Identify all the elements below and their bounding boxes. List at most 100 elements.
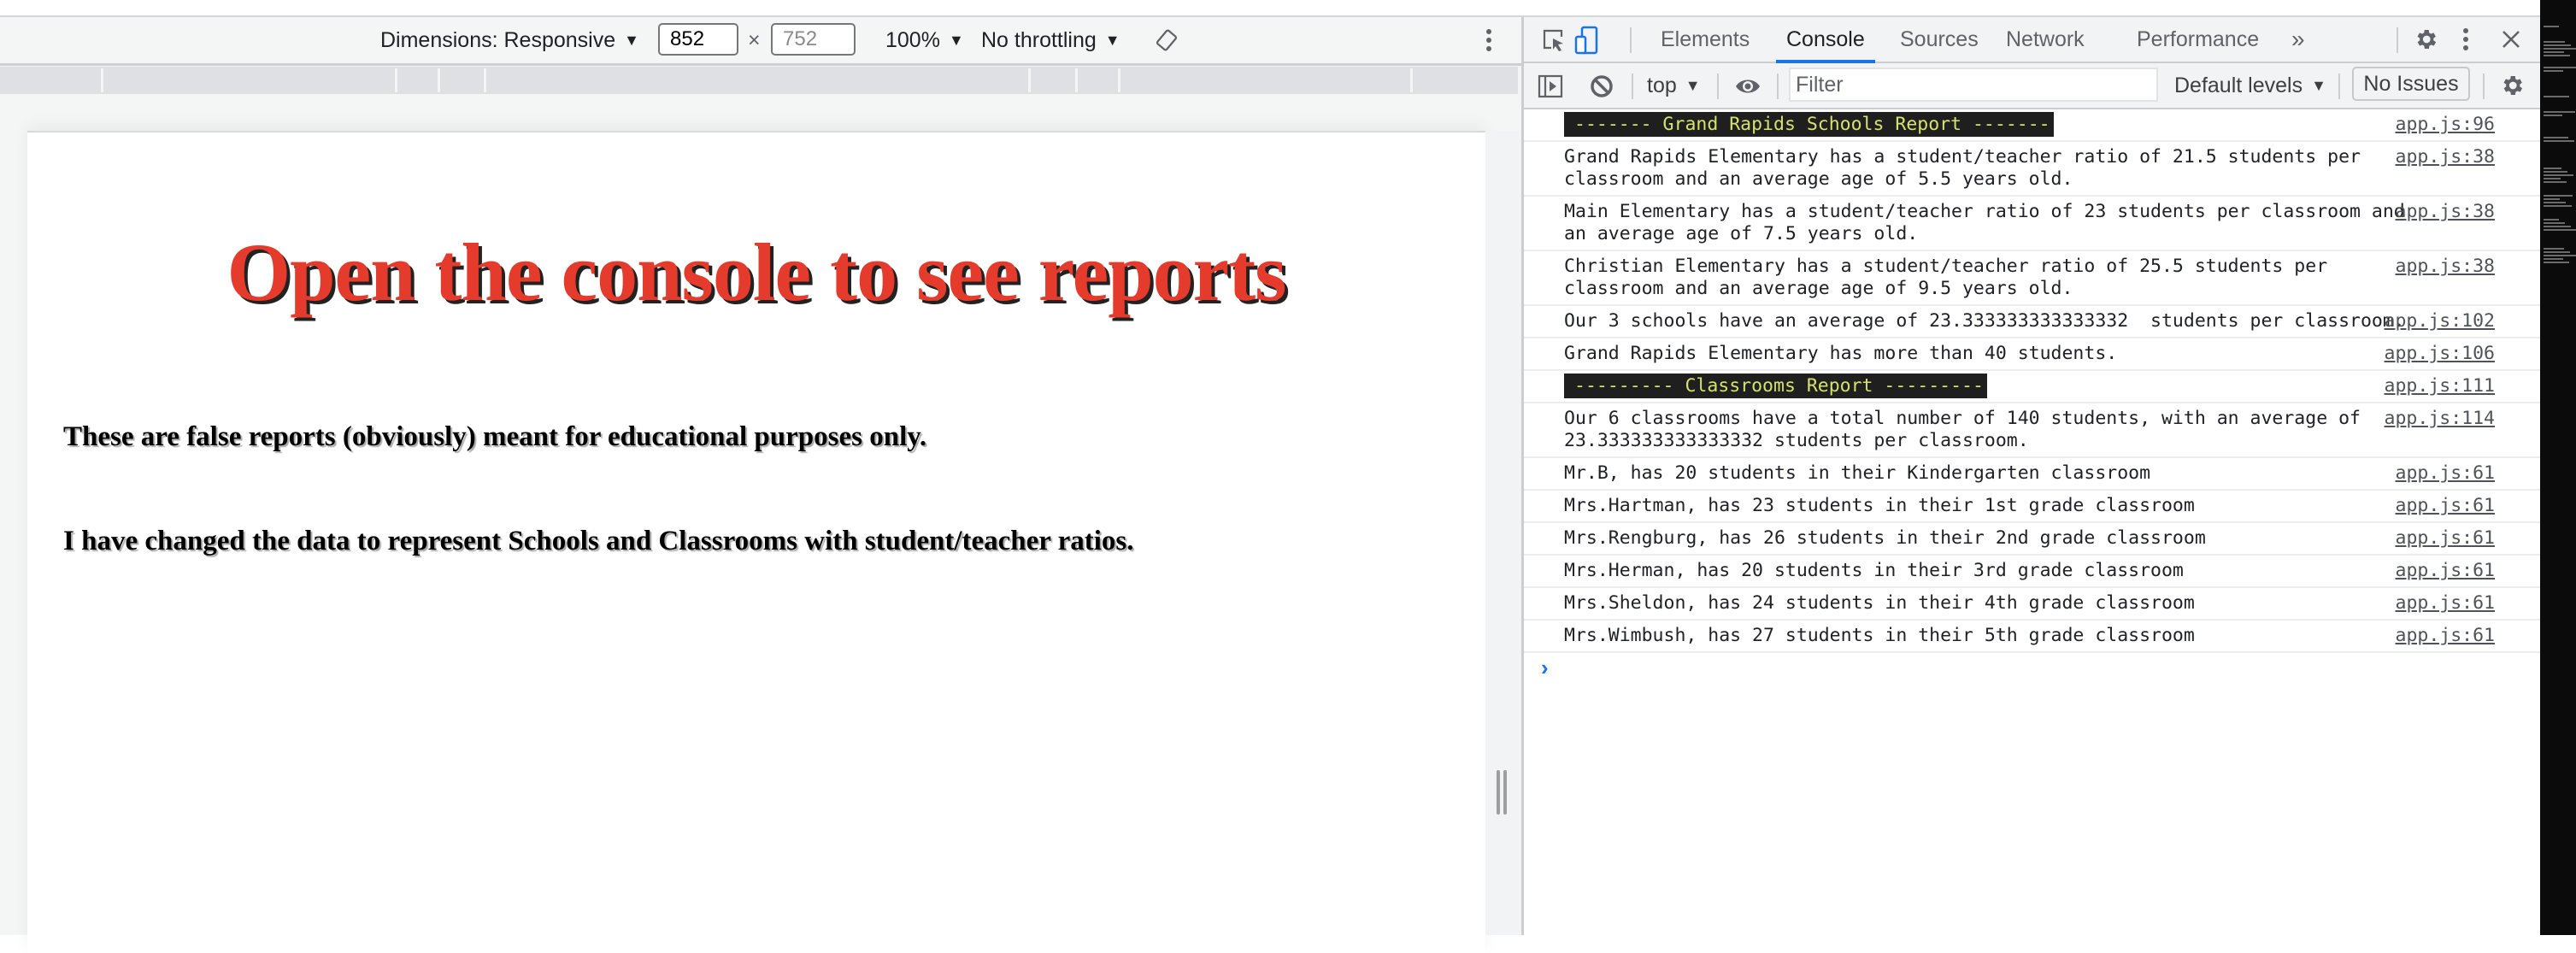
minimap-line — [2544, 48, 2576, 50]
console-settings-gear-icon[interactable] — [2499, 73, 2525, 103]
message-text: ------- Grand Rapids Schools Report ----… — [1564, 112, 2054, 137]
more-tabs-icon[interactable]: » — [2291, 17, 2305, 62]
message-text: Mr.B, has 20 students in their Kindergar… — [1564, 462, 2151, 484]
console-message: Grand Rapids Elementary has more than 40… — [1524, 338, 2540, 371]
source-link[interactable]: app.js:38 — [2396, 146, 2496, 168]
context-label: top — [1647, 74, 1677, 97]
minimap-line — [2544, 41, 2565, 43]
message-text: Mrs.Wimbush, has 27 students in their 5t… — [1564, 625, 2195, 646]
toolbar-divider — [1630, 27, 1632, 53]
console-filter-input[interactable]: Filter — [1789, 68, 2158, 102]
live-expression-eye-icon[interactable] — [1734, 74, 1761, 103]
message-text: Our 6 classrooms have a total number of … — [1564, 408, 2372, 451]
source-link[interactable]: app.js:61 — [2396, 495, 2496, 517]
source-link[interactable]: app.js:61 — [2396, 462, 2496, 485]
source-link[interactable]: app.js:111 — [2385, 375, 2495, 397]
minimap-line — [2544, 229, 2576, 231]
console-message: Mrs.Sheldon, has 24 students in their 4t… — [1524, 588, 2540, 621]
log-levels-dropdown[interactable]: Default levels ▼ — [2174, 63, 2326, 108]
console-prompt[interactable]: › — [1524, 653, 2540, 687]
source-link[interactable]: app.js:38 — [2396, 256, 2496, 278]
message-text: Mrs.Herman, has 20 students in their 3rd… — [1564, 560, 2184, 581]
height-input[interactable]: 752 — [771, 23, 856, 56]
dropdown-arrow-icon: ▼ — [948, 32, 964, 49]
zoom-dropdown[interactable]: 100% ▼ — [885, 17, 964, 63]
console-message: Mrs.Herman, has 20 students in their 3rd… — [1524, 556, 2540, 588]
page-paragraph: I have changed the data to represent Sch… — [63, 526, 1134, 556]
console-message: Our 6 classrooms have a total number of … — [1524, 403, 2540, 458]
tab-elements[interactable]: Elements — [1661, 17, 1750, 62]
rotate-icon[interactable] — [1154, 27, 1179, 57]
minimap-line — [2544, 115, 2562, 116]
console-messages: ------- Grand Rapids Schools Report ----… — [1524, 109, 2540, 687]
dropdown-arrow-icon: ▼ — [624, 32, 639, 49]
source-link[interactable]: app.js:96 — [2396, 114, 2496, 136]
tab-performance[interactable]: Performance — [2137, 17, 2259, 62]
source-link[interactable]: app.js:106 — [2385, 343, 2495, 365]
source-link[interactable]: app.js:61 — [2396, 560, 2496, 582]
tab-console[interactable]: Console — [1776, 17, 1875, 63]
minimap-line — [2544, 168, 2561, 169]
tab-sources[interactable]: Sources — [1900, 17, 1979, 62]
message-text: --------- Classrooms Report --------- — [1564, 374, 1987, 398]
settings-gear-icon[interactable] — [2413, 26, 2438, 56]
media-query-ruler[interactable] — [0, 67, 1518, 94]
toolbar-divider — [1717, 74, 1719, 99]
message-text: Main Elementary has a student/teacher ra… — [1564, 201, 2416, 244]
source-link[interactable]: app.js:61 — [2396, 592, 2496, 615]
console-banner-message: --------- Classrooms Report --------- app… — [1524, 371, 2540, 403]
message-text: Mrs.Sheldon, has 24 students in their 4t… — [1564, 592, 2195, 614]
source-link[interactable]: app.js:61 — [2396, 527, 2496, 550]
message-text: Christian Elementary has a student/teach… — [1564, 256, 2339, 299]
tab-network[interactable]: Network — [2006, 17, 2085, 62]
sidebar-toggle-icon[interactable] — [1538, 74, 1563, 103]
source-link[interactable]: app.js:61 — [2396, 625, 2496, 647]
minimap-line — [2544, 174, 2573, 176]
toolbar-divider — [2397, 27, 2398, 53]
throttling-dropdown[interactable]: No throttling ▼ — [981, 17, 1120, 63]
console-toolbar: top ▼ Filter Default levels ▼ No Issues — [1524, 63, 2540, 109]
resize-grip-icon — [1497, 770, 1500, 815]
issues-button[interactable]: No Issues — [2352, 67, 2470, 101]
context-dropdown[interactable]: top ▼ — [1647, 63, 1701, 108]
console-banner-message: ------- Grand Rapids Schools Report ----… — [1524, 109, 2540, 142]
dimensions-label: Dimensions: Responsive — [380, 28, 616, 52]
width-input[interactable]: 852 — [658, 23, 738, 56]
minimap-line — [2544, 70, 2563, 72]
source-link[interactable]: app.js:38 — [2396, 201, 2496, 223]
toolbar-divider — [1777, 74, 1779, 99]
toolbar-divider — [2483, 74, 2485, 99]
console-message: Mr.B, has 20 students in their Kindergar… — [1524, 458, 2540, 491]
message-text: Our 3 schools have an average of 23.3333… — [1564, 310, 2405, 332]
inspect-element-icon[interactable] — [1541, 27, 1567, 57]
page-viewport: Open the console to see reports These ar… — [27, 131, 1485, 953]
source-link[interactable]: app.js:114 — [2385, 408, 2495, 430]
minimap-line — [2544, 55, 2570, 56]
toolbar-divider — [2338, 74, 2340, 99]
more-vertical-icon[interactable] — [2461, 26, 2470, 56]
code-editor-minimap — [2540, 0, 2576, 935]
minimap-line — [2544, 251, 2570, 253]
dropdown-arrow-icon: ▼ — [1104, 32, 1120, 49]
minimap-line — [2544, 181, 2567, 183]
minimap-line — [2544, 140, 2574, 142]
device-mode-area: Dimensions: Responsive ▼ 852 × 752 100% ▼ … — [0, 17, 1521, 953]
minimap-line — [2544, 44, 2571, 46]
log-levels-label: Default levels — [2174, 74, 2303, 97]
dimensions-dropdown[interactable]: Dimensions: Responsive ▼ — [380, 17, 639, 63]
minimap-line — [2544, 248, 2564, 250]
minimap-line — [2544, 96, 2569, 97]
close-icon[interactable] — [2501, 29, 2521, 54]
dropdown-arrow-icon: ▼ — [1685, 77, 1701, 94]
console-message: Our 3 schools have an average of 23.3333… — [1524, 306, 2540, 338]
minimap-line — [2544, 262, 2569, 263]
more-vertical-icon[interactable] — [1485, 27, 1493, 57]
ruler-separator — [438, 68, 440, 92]
viewport-resize-handle[interactable] — [1485, 131, 1521, 935]
clear-console-icon[interactable] — [1589, 74, 1614, 103]
device-toolbar-icon[interactable] — [1573, 26, 1599, 59]
ruler-separator — [1410, 68, 1413, 92]
minimap-line — [2544, 26, 2559, 27]
minimap-line — [2544, 67, 2576, 68]
source-link[interactable]: app.js:102 — [2385, 310, 2495, 332]
